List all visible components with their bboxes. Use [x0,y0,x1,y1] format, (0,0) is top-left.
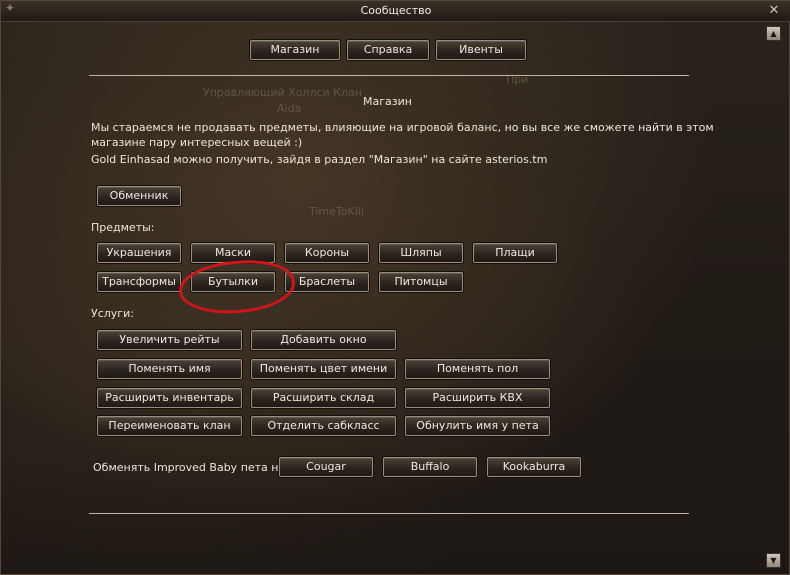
separate-subclass-button[interactable]: Отделить сабкласс [251,416,396,436]
tab-shop[interactable]: Магазин [250,40,340,60]
item-cloaks-button[interactable]: Плащи [473,243,557,263]
increase-rates-button[interactable]: Увеличить рейты [97,330,242,350]
change-gender-button[interactable]: Поменять пол [405,359,550,379]
gold-info-text: Gold Einhasad можно получить, зайдя в ра… [91,153,548,166]
item-crowns-button[interactable]: Короны [285,243,369,263]
red-highlight-annotation [177,257,297,317]
exchange-pet-label: Обменять Improved Baby пета на: [93,461,289,474]
expand-warehouse-button[interactable]: Расширить склад [251,388,396,408]
expand-clan-warehouse-button[interactable]: Расширить КВХ [405,388,550,408]
exchange-cougar-button[interactable]: Cougar [279,457,373,477]
add-window-button[interactable]: Добавить окно [251,330,396,350]
intro-text: магазине пару интересных вещей :) [91,136,303,149]
divider [89,513,689,514]
intro-text: Мы стараемся не продавать предметы, влия… [91,121,714,134]
scroll-down-icon[interactable]: ▼ [766,553,781,568]
section-title: Магазин [363,95,412,108]
services-label: Услуги: [91,307,134,320]
change-name-color-button[interactable]: Поменять цвет имени [251,359,396,379]
item-hats-button[interactable]: Шляпы [379,243,463,263]
reset-pet-name-button[interactable]: Обнулить имя у пета [405,416,550,436]
title-bar[interactable]: ✦ Сообщество ✕ [1,1,790,22]
scroll-up-icon[interactable]: ▲ [766,26,781,41]
item-jewelry-button[interactable]: Украшения [97,243,181,263]
item-pets-button[interactable]: Питомцы [379,272,463,292]
background-ghost-text: Управляющий Холлси Клан [203,86,362,99]
community-window: ✦ Сообщество ✕ ▲ ▼ Управляющий Холлси Кл… [0,0,790,575]
background-ghost-text: Aida [277,102,302,115]
exchanger-button[interactable]: Обменник [97,186,181,206]
items-label: Предметы: [91,221,155,234]
rename-clan-button[interactable]: Переименовать клан [97,416,242,436]
exchange-kookaburra-button[interactable]: Kookaburra [487,457,581,477]
exchange-buffalo-button[interactable]: Buffalo [383,457,477,477]
item-bracelets-button[interactable]: Браслеты [285,272,369,292]
change-name-button[interactable]: Поменять имя [97,359,242,379]
tab-help[interactable]: Справка [347,40,429,60]
tab-events[interactable]: Ивенты [436,40,526,60]
item-transforms-button[interactable]: Трансформы [97,272,181,292]
item-masks-button[interactable]: Маски [191,243,275,263]
window-title: Сообщество [360,4,432,17]
expand-inventory-button[interactable]: Расширить инвентарь [97,388,242,408]
background-ghost-text: TimeToKill [309,205,364,218]
close-icon[interactable]: ✕ [767,4,781,18]
divider [89,75,689,76]
